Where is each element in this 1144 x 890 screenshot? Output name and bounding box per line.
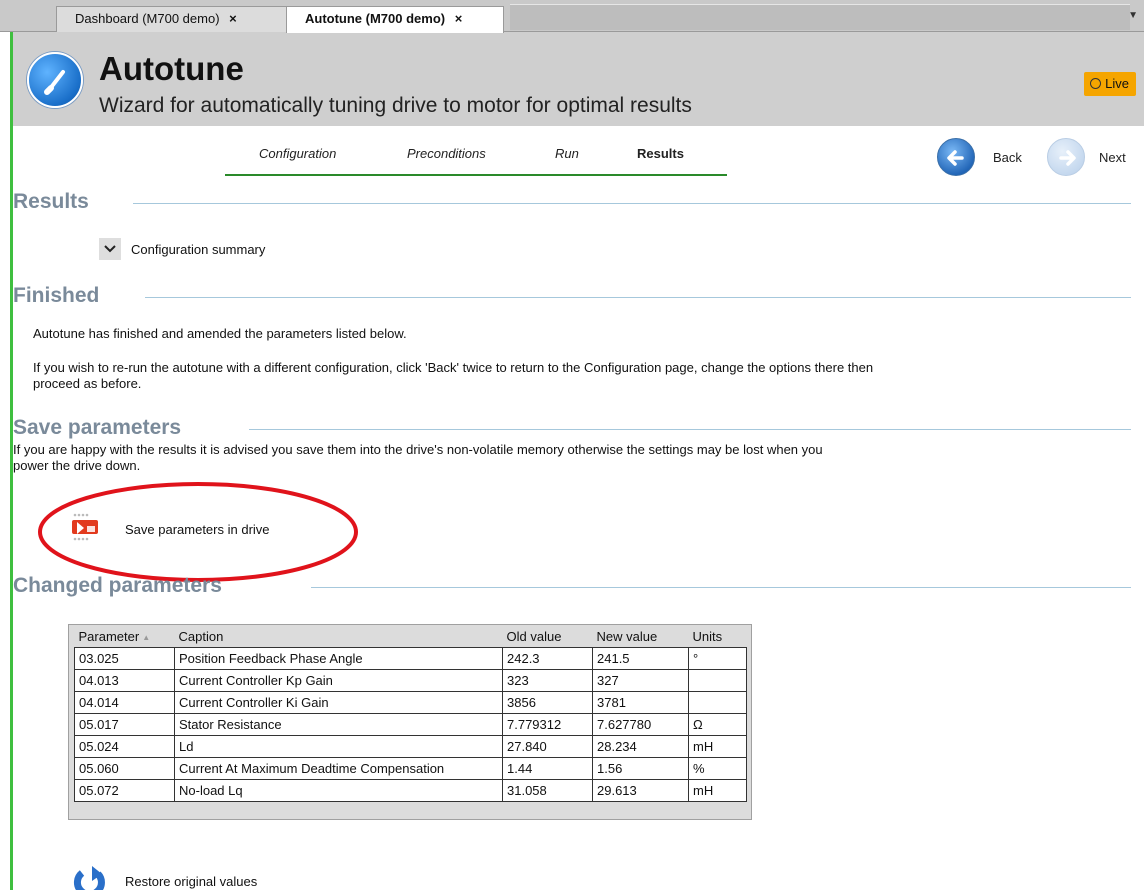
finished-message: Autotune has finished and amended the pa… bbox=[33, 326, 407, 341]
parameter-cell: 03.025 bbox=[74, 646, 175, 670]
tab-autotune[interactable]: Autotune (M700 demo) × bbox=[286, 6, 504, 33]
live-indicator-icon bbox=[1090, 78, 1102, 89]
caption-cell: Position Feedback Phase Angle bbox=[174, 646, 503, 670]
save-advice-line1: If you are happy with the results it is … bbox=[13, 442, 823, 457]
tab-autotune-close-button[interactable]: × bbox=[455, 7, 463, 31]
units-cell: ° bbox=[688, 646, 747, 670]
finished-heading: Finished bbox=[13, 284, 100, 307]
changed-parameters-heading: Changed parameters bbox=[13, 574, 222, 597]
rerun-instructions-line2: proceed as before. bbox=[33, 376, 142, 391]
units-cell: mH bbox=[688, 778, 747, 802]
tab-dashboard-close-button[interactable]: × bbox=[229, 7, 237, 31]
table-header-row: Parameter ▲ Caption Old value New value U… bbox=[74, 627, 747, 647]
changed-parameters-table: Parameter ▲ Caption Old value New value U… bbox=[68, 624, 752, 820]
table-row[interactable]: 05.017 Stator Resistance 7.779312 7.627780 Ω bbox=[74, 712, 747, 736]
back-label: Back bbox=[993, 150, 1022, 165]
step-run[interactable]: Run bbox=[555, 146, 579, 161]
table-row[interactable]: 05.060 Current At Maximum Deadtime Compen… bbox=[74, 756, 747, 780]
restore-icon[interactable] bbox=[73, 865, 107, 890]
column-header-new-value[interactable]: New value bbox=[592, 627, 689, 647]
caption-cell: Ld bbox=[174, 734, 503, 758]
old-value-cell: 323 bbox=[502, 668, 593, 692]
old-value-cell: 1.44 bbox=[502, 756, 593, 780]
tab-strip-empty-area bbox=[510, 4, 1130, 30]
table-row[interactable]: 05.072 No-load Lq 31.058 29.613 mH bbox=[74, 778, 747, 802]
new-value-cell: 29.613 bbox=[592, 778, 689, 802]
finished-divider bbox=[145, 297, 1131, 298]
page-subtitle: Wizard for automatically tuning drive to… bbox=[99, 94, 692, 117]
units-cell: Ω bbox=[688, 712, 747, 736]
changed-parameters-divider bbox=[311, 587, 1131, 588]
table-row[interactable]: 04.013 Current Controller Kp Gain 323 327 bbox=[74, 668, 747, 692]
units-cell bbox=[688, 668, 747, 692]
new-value-cell: 3781 bbox=[592, 690, 689, 714]
wizard-steps: Configuration Preconditions Run Results bbox=[225, 146, 727, 176]
autotune-page: Autotune Wizard for automatically tuning… bbox=[10, 32, 1144, 890]
units-cell: % bbox=[688, 756, 747, 780]
autotune-app-icon bbox=[27, 52, 83, 108]
live-status-badge[interactable]: Live bbox=[1084, 72, 1136, 96]
old-value-cell: 3856 bbox=[502, 690, 593, 714]
step-configuration[interactable]: Configuration bbox=[259, 146, 336, 161]
column-header-units[interactable]: Units bbox=[688, 627, 747, 647]
restore-original-values-button[interactable]: Restore original values bbox=[125, 874, 257, 890]
tab-strip: Dashboard (M700 demo) × Autotune (M700 d… bbox=[0, 0, 1144, 33]
units-cell: mH bbox=[688, 734, 747, 758]
parameter-cell: 05.017 bbox=[74, 712, 175, 736]
step-results[interactable]: Results bbox=[637, 146, 684, 161]
parameter-cell: 04.014 bbox=[74, 690, 175, 714]
old-value-cell: 27.840 bbox=[502, 734, 593, 758]
back-arrow-icon bbox=[937, 138, 975, 176]
next-arrow-icon bbox=[1047, 138, 1085, 176]
column-header-parameter[interactable]: Parameter ▲ bbox=[74, 627, 175, 647]
parameter-cell: 04.013 bbox=[74, 668, 175, 692]
old-value-cell: 7.779312 bbox=[502, 712, 593, 736]
new-value-cell: 7.627780 bbox=[592, 712, 689, 736]
sort-ascending-icon: ▲ bbox=[142, 633, 151, 643]
units-cell bbox=[688, 690, 747, 714]
caption-cell: Current At Maximum Deadtime Compensation bbox=[174, 756, 503, 780]
configuration-summary-toggle[interactable] bbox=[99, 238, 121, 260]
configuration-summary-label[interactable]: Configuration summary bbox=[131, 242, 265, 258]
step-preconditions[interactable]: Preconditions bbox=[407, 146, 486, 161]
table-row[interactable]: 03.025 Position Feedback Phase Angle 242.3… bbox=[74, 646, 747, 670]
rerun-instructions-line1: If you wish to re-run the autotune with … bbox=[33, 360, 874, 375]
save-advice-line2: power the drive down. bbox=[13, 458, 141, 473]
caption-cell: Stator Resistance bbox=[174, 712, 503, 736]
old-value-cell: 242.3 bbox=[502, 646, 593, 670]
new-value-cell: 28.234 bbox=[592, 734, 689, 758]
table-row[interactable]: 05.024 Ld 27.840 28.234 mH bbox=[74, 734, 747, 758]
new-value-cell: 1.56 bbox=[592, 756, 689, 780]
table-row[interactable]: 04.014 Current Controller Ki Gain 3856 3781 bbox=[74, 690, 747, 714]
results-heading: Results bbox=[13, 190, 89, 213]
new-value-cell: 241.5 bbox=[592, 646, 689, 670]
parameter-cell: 05.072 bbox=[74, 778, 175, 802]
page-title: Autotune bbox=[99, 50, 244, 87]
new-value-cell: 327 bbox=[592, 668, 689, 692]
page-header: Autotune Wizard for automatically tuning… bbox=[13, 32, 1144, 126]
highlight-ellipse bbox=[38, 482, 358, 582]
save-parameters-divider bbox=[249, 429, 1131, 430]
tab-autotune-label: Autotune (M700 demo) bbox=[305, 11, 446, 26]
tab-dashboard[interactable]: Dashboard (M700 demo) × bbox=[56, 6, 294, 32]
next-label: Next bbox=[1099, 150, 1126, 165]
column-header-old-value[interactable]: Old value bbox=[502, 627, 593, 647]
caption-cell: No-load Lq bbox=[174, 778, 503, 802]
save-parameters-heading: Save parameters bbox=[13, 416, 182, 439]
tab-dashboard-label: Dashboard (M700 demo) bbox=[75, 11, 220, 26]
caption-cell: Current Controller Kp Gain bbox=[174, 668, 503, 692]
old-value-cell: 31.058 bbox=[502, 778, 593, 802]
chevron-down-icon bbox=[104, 245, 116, 253]
live-label: Live bbox=[1105, 76, 1129, 91]
column-header-caption[interactable]: Caption bbox=[174, 627, 503, 647]
results-divider bbox=[133, 203, 1131, 204]
column-header-parameter-label: Parameter bbox=[78, 629, 140, 645]
tab-list-dropdown-icon[interactable]: ▼ bbox=[1128, 10, 1138, 21]
parameter-cell: 05.060 bbox=[74, 756, 175, 780]
caption-cell: Current Controller Ki Gain bbox=[174, 690, 503, 714]
parameter-cell: 05.024 bbox=[74, 734, 175, 758]
